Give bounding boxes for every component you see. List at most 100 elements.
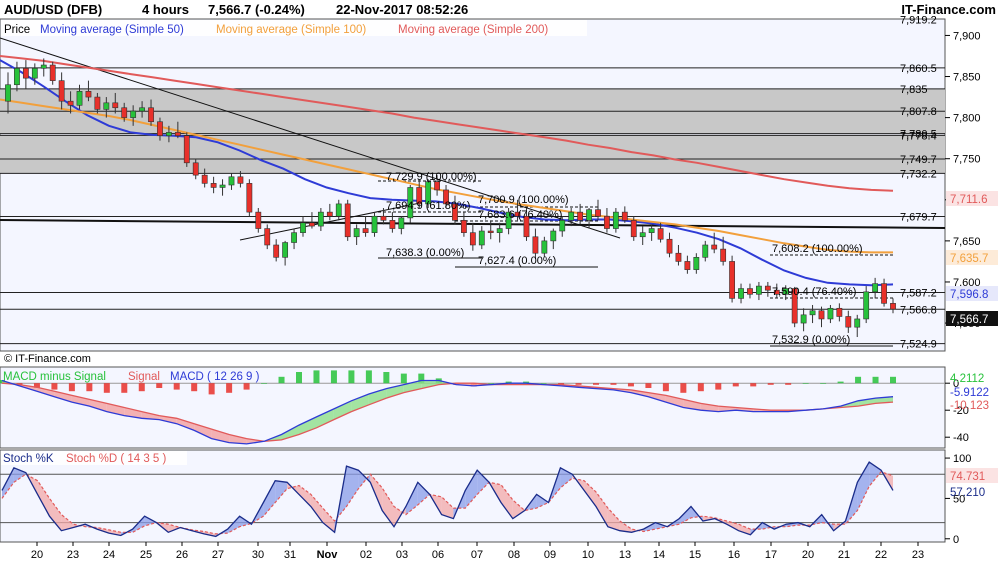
candle-body [148,107,154,123]
candle-body [380,215,387,221]
level-label: 7,524.9 [900,339,937,351]
x-tick-label: 15 [689,549,701,561]
macd-legend: MACD minus Signal Signal MACD ( 12 26 9 … [3,371,260,383]
candle-body [237,176,244,184]
candle-body [541,240,548,254]
candle-body [22,68,29,79]
x-tick-label: 09 [544,549,556,561]
candle-body [747,288,753,295]
y-tick-label: 7,650 [953,236,981,248]
fib-label: 7,627.4 (0.00%) [478,255,556,267]
candle-body [872,283,879,293]
candle-body [827,307,834,320]
candle-body [228,176,235,186]
candle-body [192,162,199,176]
x-tick-label: 14 [653,549,665,561]
symbol-label: AUD/USD (DFB) [4,2,102,17]
macd-hist-bar [715,383,722,390]
candle-body [621,211,628,221]
candle-body [371,215,378,233]
macd-hist-bar [662,383,669,392]
macd-hist-bar [750,383,757,387]
candle-body [112,102,119,109]
candle-body [478,230,485,246]
candle-body [58,80,65,102]
macd-hist-bar [103,383,110,393]
candle-body [818,310,825,320]
candle-body [67,100,74,106]
candle-body [85,91,92,98]
candle-body [461,220,467,233]
x-tick-label: 07 [471,549,483,561]
level-label: 7,919.2 [900,15,937,27]
candle-body [469,232,476,246]
macd-hist-bar [313,370,320,384]
candle-body [389,220,396,229]
candle-body [398,217,405,229]
candle-body [863,291,870,320]
candle-body [639,232,646,238]
fib-label: 7,729.9 (100.00%) [386,171,477,183]
zone-band [0,135,945,159]
x-tick-label: 06 [432,549,444,561]
x-tick-label: 17 [765,549,777,561]
price-legend: Price Moving average (Simple 50) Moving … [1,20,587,36]
candle-body [291,232,297,243]
level-label: 7,835 [900,84,928,96]
macd-hist-bar [400,373,407,384]
candle-body [720,248,727,262]
y-tick-label: 7,750 [953,154,981,166]
candle-body [738,288,744,299]
badge-sma200: 7,711.6 [950,194,988,206]
x-tick-label: 31 [284,549,296,561]
level-label: 7,807.8 [900,106,937,118]
legend-stoch-k: Stoch %K [3,453,54,465]
candle-body [94,96,101,110]
macd-hist-bar [191,383,198,392]
candle-body [657,228,664,240]
timeframe-label: 4 hours [142,2,189,17]
y-tick-label: 100 [953,453,971,465]
macd-hist-bar [261,383,268,384]
candle-body [201,174,208,184]
candle-body [353,228,360,238]
badge-stoch-d: 74.731 [950,471,985,483]
macd-hist-bar [540,383,547,384]
datetime-label: 22-Nov-2017 08:52:26 [336,2,468,17]
macd-hist-bar [296,372,302,384]
macd-hist-bar [243,383,250,390]
x-tick-label: 25 [140,549,152,561]
macd-hist-bar [837,381,844,384]
legend-macd-signal: Signal [128,371,160,383]
fib-label: 7,683.6 (76.40%) [478,209,562,221]
candle-body [693,257,700,270]
macd-hist-bar [890,376,896,384]
level-label: 7,566.8 [900,304,937,316]
x-tick-label: 26 [176,549,188,561]
macd-hist-bar [488,383,495,384]
x-tick-label: 13 [619,549,631,561]
stoch-legend: Stoch %K Stoch %D ( 14 3 5 ) [1,451,187,465]
x-tick-label: 22 [875,549,887,561]
macd-hist-bar [627,383,634,387]
macd-badges: 4.2112 -5.9122 -10.123 [950,373,989,412]
macd-hist-bar [575,383,582,385]
x-tick-label: 10 [582,549,594,561]
level-label: 7,732.2 [900,168,937,180]
macd-hist-bar [383,372,390,384]
macd-hist-bar [610,383,617,385]
badge-macd-line: -5.9122 [950,387,989,399]
candle-body [344,203,351,238]
candle-body [800,314,807,324]
badge-sma100: 7,635.7 [950,253,988,265]
macd-hist-bar [593,383,599,385]
candle-body [487,230,494,233]
macd-hist-bar [330,370,337,384]
badge-macd-signal: -10.123 [950,400,989,412]
macd-hist-bar [767,383,774,385]
level-label: 7,778.4 [900,130,937,142]
badge-sma50: 7,596.8 [950,289,988,301]
level-label: 7,860.5 [900,63,937,75]
candle-body [764,285,771,291]
candle-body [130,110,137,118]
